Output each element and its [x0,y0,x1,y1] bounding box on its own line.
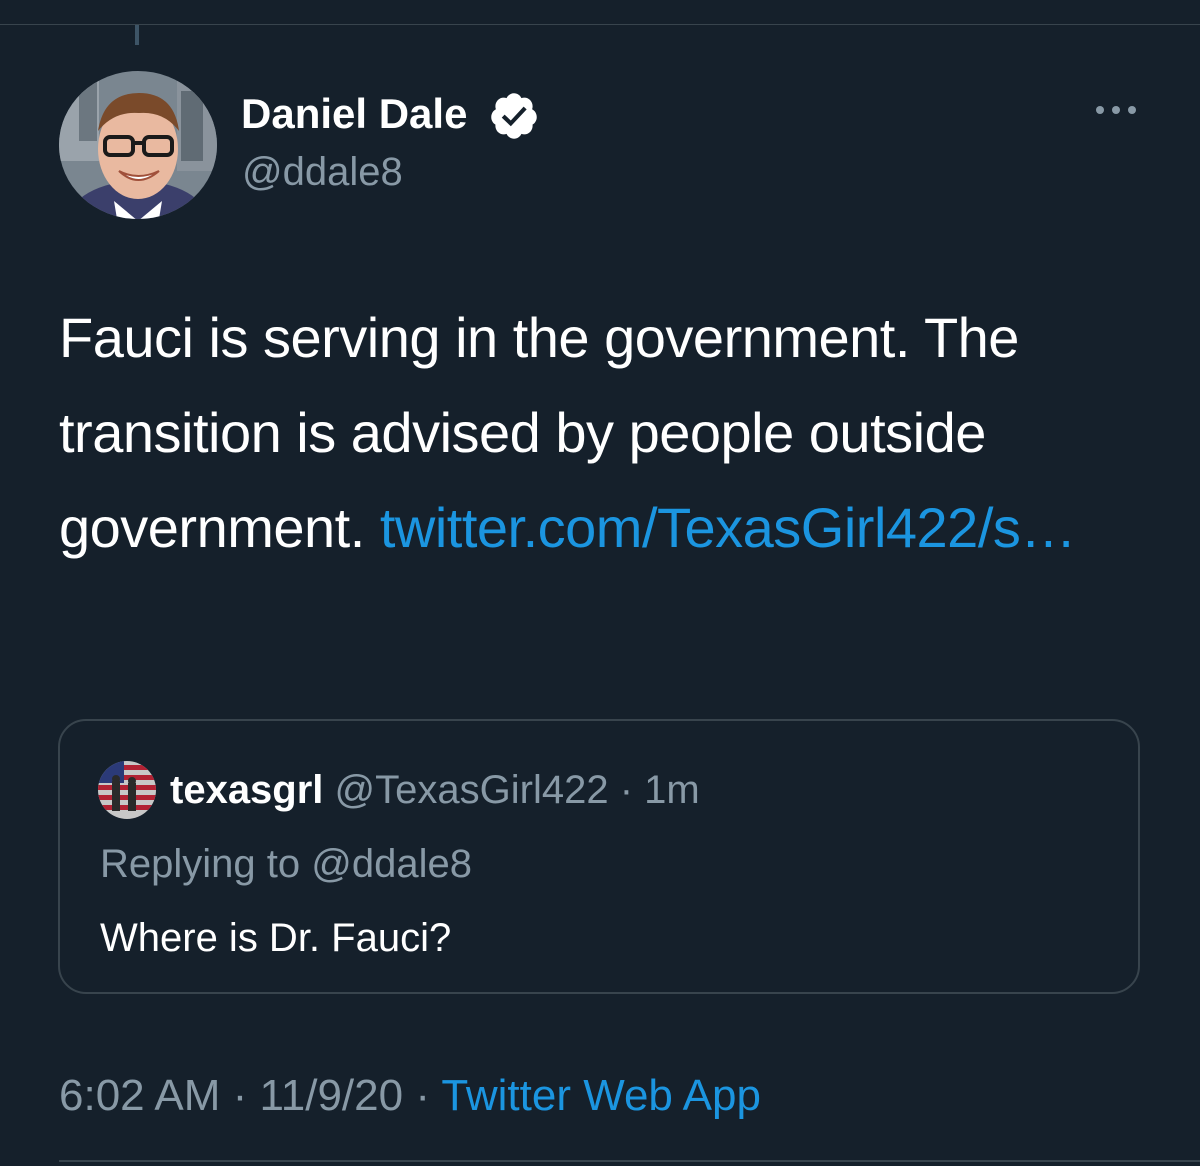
tweet-metadata: 6:02 AM · 11/9/20 · Twitter Web App [59,1068,761,1124]
bottom-divider [59,1160,1200,1162]
quoted-separator: · [608,768,645,812]
author-handle[interactable]: @ddale8 [242,148,403,196]
tweet-date[interactable]: 11/9/20 [260,1071,404,1120]
quoted-handle[interactable]: @TexasGirl422 [335,768,609,812]
meta-separator: · [220,1071,260,1120]
author-display-name[interactable]: Daniel Dale [241,88,467,140]
verified-badge-icon [491,93,537,139]
quoted-display-name[interactable]: texasgrl [170,768,323,812]
quoted-tweet-header: texasgrl @TexasGirl422 · 1m [170,764,700,816]
quoted-author-avatar [98,761,156,819]
meta-separator: · [403,1071,442,1120]
tweet-link[interactable]: twitter.com/TexasGirl422/s… [380,496,1077,559]
quoted-tweet-text: Where is Dr. Fauci? [100,916,452,960]
more-options-icon[interactable] [1090,96,1142,124]
author-avatar[interactable] [59,71,217,219]
quoted-time: 1m [644,768,700,812]
tweet-time[interactable]: 6:02 AM [59,1071,220,1120]
tweet-source-link[interactable]: Twitter Web App [441,1071,761,1120]
tweet-body: Fauci is serving in the government. The … [59,290,1159,575]
replying-to-label: Replying to @ddale8 [100,842,472,886]
top-divider [0,24,1200,25]
thread-connector-line [135,25,139,45]
